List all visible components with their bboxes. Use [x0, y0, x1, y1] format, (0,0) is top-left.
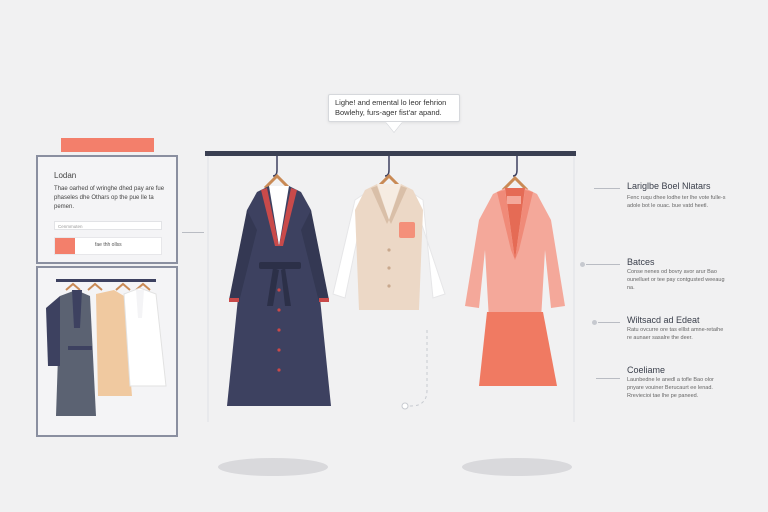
annotation-text: Ratu ovcurre ore tas elllst amne-retaihe… — [627, 327, 724, 341]
annotation-text: Launbedne le anedl a tofle Bao olor pnya… — [627, 377, 714, 399]
connector-line — [182, 232, 204, 233]
panel-input[interactable]: Cenmmuten — [54, 221, 162, 230]
beige-vest — [332, 184, 446, 310]
coral-coat — [465, 188, 565, 386]
navy-coat — [227, 186, 331, 406]
info-tooltip: Lighe! and emental lo leor fehrion Bowle… — [328, 94, 460, 122]
annotation-text: Conse nenes od bovry avor arur Bao ounel… — [627, 269, 725, 291]
annotation-title: Batces — [627, 257, 655, 267]
panel-description: Thae oarhed of wringhe dhed pay are fue … — [54, 186, 165, 210]
accent-bar — [61, 138, 154, 152]
annotation-title: Lariglbe Boel Nlatars — [627, 181, 711, 191]
mini-rack-illustration — [46, 279, 167, 416]
info-panel: Lodan Thae oarhed of wringhe dhed pay ar… — [36, 155, 178, 264]
floor-shadow-left — [218, 458, 328, 476]
connector-line — [598, 322, 620, 323]
connector-dot — [580, 262, 585, 267]
tooltip-arrow — [386, 122, 402, 132]
tooltip-line-1: Lighe! and emental lo leor fehrion — [335, 98, 447, 107]
option-label: fae thh ollss — [95, 242, 122, 248]
color-swatch — [55, 238, 75, 254]
annotation-text: Fenc ruqu dhee lodhe ter lhe vote fulle-… — [627, 195, 726, 209]
connector-line — [586, 264, 620, 265]
annotation-title: Wiltsacd ad Edeat — [627, 315, 700, 325]
panel-option-row[interactable]: fae thh ollss — [54, 237, 162, 255]
wardrobe-thumbnail[interactable] — [36, 266, 178, 437]
panel-title: Lodan — [54, 171, 77, 180]
connector-line — [594, 188, 620, 189]
annotation-title: Coeliame — [627, 365, 666, 375]
connector-dot — [592, 320, 597, 325]
garments-illustration — [227, 156, 565, 410]
tooltip-line-2: Bowlehy, furs-ager fist'ar apand. — [335, 108, 442, 117]
floor-shadow-right — [462, 458, 572, 476]
connector-line — [596, 378, 620, 379]
